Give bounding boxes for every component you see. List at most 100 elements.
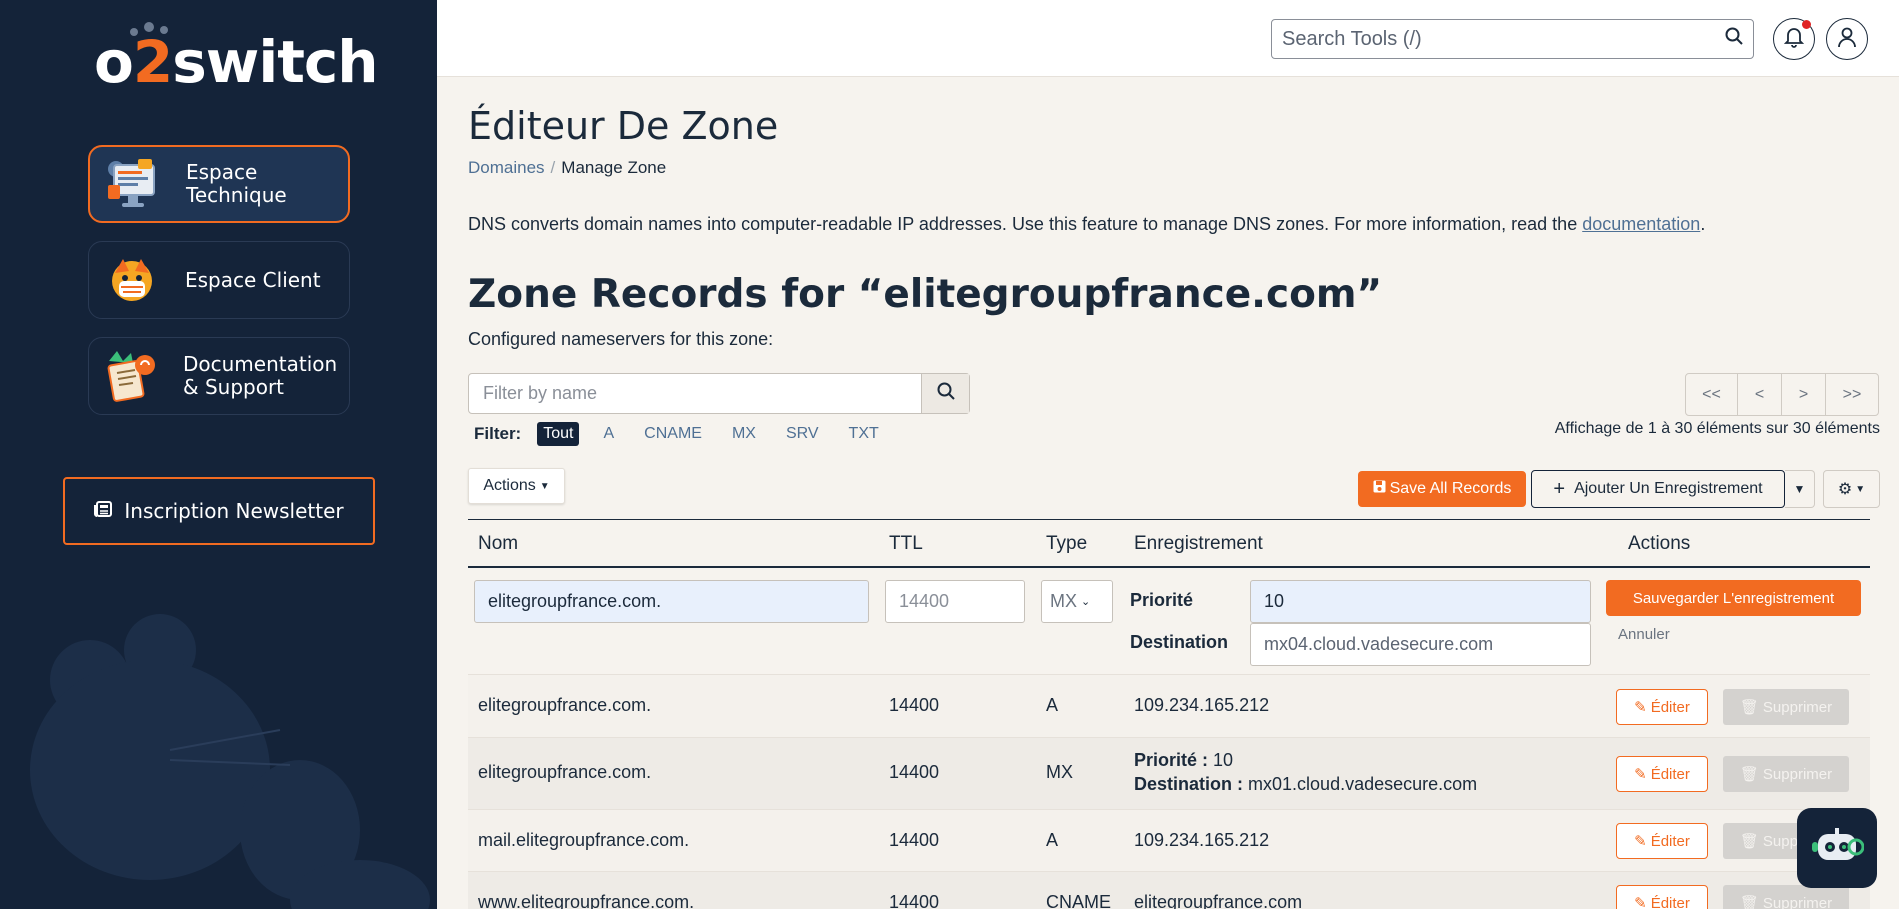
record-name-input[interactable]: elitegroupfrance.com.: [474, 580, 869, 623]
filter-chip-a[interactable]: A: [597, 422, 620, 446]
sidebar-item-label: Technique: [186, 183, 287, 207]
page-title: Éditeur De Zone: [468, 104, 779, 148]
record-name: www.elitegroupfrance.com.: [478, 892, 695, 909]
robot-icon: [1810, 826, 1865, 871]
search-icon[interactable]: [1725, 27, 1743, 51]
sidebar-item-documentation[interactable]: Documentation & Support: [88, 337, 350, 415]
add-record-dropdown-button[interactable]: ▼: [1785, 470, 1815, 508]
actions-dropdown-button[interactable]: Actions ▼: [468, 468, 565, 504]
gear-icon: ⚙: [1837, 481, 1853, 498]
edit-record-button[interactable]: ✎ Éditer: [1616, 756, 1708, 792]
filter-chip-cname[interactable]: CNAME: [638, 422, 708, 446]
table-row: www.elitegroupfrance.com. 14400 CNAME el…: [468, 872, 1870, 909]
save-all-records-button[interactable]: Save All Records: [1358, 471, 1526, 507]
breadcrumb-current: Manage Zone: [561, 158, 667, 177]
table-row-editing: elitegroupfrance.com. 14400 MX ⌄ Priorit…: [468, 568, 1870, 675]
filter-label: Filter:: [474, 424, 522, 443]
chevron-down-icon: ⌄: [1081, 596, 1091, 608]
breadcrumb-separator: /: [550, 158, 556, 177]
column-header-actions: Actions: [1628, 533, 1691, 554]
chat-assistant-button[interactable]: [1797, 808, 1877, 888]
logo-dots: [122, 22, 182, 42]
record-ttl: 14400: [889, 762, 940, 782]
record-value: 109.234.165.212: [1134, 695, 1270, 715]
record-type-select[interactable]: MX ⌄: [1041, 580, 1113, 623]
priority-input[interactable]: 10: [1250, 580, 1591, 623]
table-row: mail.elitegroupfrance.com. 14400 A 109.2…: [468, 810, 1870, 872]
sidebar-item-label: Documentation: [183, 352, 338, 376]
pager-prev-button[interactable]: <: [1738, 374, 1782, 415]
trash-icon: 🗑: [1739, 833, 1759, 850]
sidebar: o2switch Espace Technique Espace Client …: [0, 0, 437, 909]
sidebar-item-espace-technique[interactable]: Espace Technique: [88, 145, 350, 223]
sidebar-item-label: Espace Client: [185, 267, 321, 292]
documentation-clipboard-icon: [101, 345, 163, 407]
destination-label: Destination: [1130, 632, 1229, 652]
column-header-nom[interactable]: Nom: [478, 533, 518, 555]
delete-record-button[interactable]: 🗑Supprimer: [1723, 689, 1849, 725]
cancel-link[interactable]: Annuler: [1618, 626, 1670, 643]
pager-last-button[interactable]: >>: [1826, 374, 1878, 415]
destination-input[interactable]: mx04.cloud.vadesecure.com: [1250, 623, 1591, 666]
filter-chip-mx[interactable]: MX: [726, 422, 762, 446]
pager-next-button[interactable]: >: [1782, 374, 1826, 415]
delete-record-button[interactable]: 🗑Supprimer: [1723, 756, 1849, 792]
caret-down-icon: ▼: [539, 480, 550, 492]
save-icon: [1373, 480, 1386, 498]
record-ttl-input[interactable]: 14400: [885, 580, 1025, 623]
sidebar-item-espace-client[interactable]: Espace Client: [88, 241, 350, 319]
pagination: << < > >>: [1685, 373, 1879, 416]
trash-icon: 🗑: [1739, 895, 1759, 909]
edit-record-button[interactable]: ✎ Éditer: [1616, 689, 1708, 725]
trash-icon: 🗑: [1739, 699, 1759, 716]
user-menu-button[interactable]: [1826, 18, 1868, 60]
bell-icon: [1783, 26, 1805, 53]
settings-dropdown-button[interactable]: ⚙ ▼: [1823, 470, 1880, 508]
notification-dot: [1802, 20, 1811, 29]
filter-chip-tout[interactable]: Tout: [537, 422, 580, 446]
documentation-link[interactable]: documentation: [1582, 214, 1700, 234]
user-icon: [1837, 26, 1857, 53]
zone-records-title: Zone Records for “elitegroupfrance.com”: [468, 272, 1383, 317]
filter-by-name-input[interactable]: Filter by name: [469, 374, 921, 413]
pencil-icon: ✎: [1634, 699, 1647, 716]
record-name: mail.elitegroupfrance.com.: [478, 830, 690, 850]
notifications-button[interactable]: [1773, 18, 1815, 60]
table-header: Nom TTL Type Enregistrement Actions: [468, 519, 1870, 568]
table-row: elitegroupfrance.com. 14400 A 109.234.16…: [468, 675, 1870, 738]
column-header-type[interactable]: Type: [1046, 533, 1087, 555]
page-description: DNS converts domain names into computer-…: [468, 214, 1706, 234]
nameservers-label: Configured nameservers for this zone:: [468, 329, 774, 349]
pencil-icon: ✎: [1634, 766, 1647, 783]
filter-chip-txt[interactable]: TXT: [843, 422, 885, 446]
filter-search-button[interactable]: [921, 374, 969, 413]
filter-chip-srv[interactable]: SRV: [780, 422, 825, 446]
search-placeholder: Search Tools (/): [1282, 27, 1422, 50]
record-ttl: 14400: [889, 892, 940, 909]
newsletter-button[interactable]: Inscription Newsletter: [63, 477, 375, 545]
record-ttl: 14400: [889, 695, 940, 715]
breadcrumb-domaines-link[interactable]: Domaines: [468, 158, 545, 177]
add-record-button[interactable]: + Ajouter Un Enregistrement: [1531, 470, 1785, 508]
caret-down-icon: ▼: [1855, 483, 1866, 495]
o2switch-logo[interactable]: o2switch: [94, 22, 379, 96]
record-type: CNAME: [1046, 892, 1112, 909]
delete-record-button[interactable]: 🗑Supprimer: [1723, 885, 1849, 909]
record-type: MX: [1046, 762, 1073, 782]
record-ttl: 14400: [889, 830, 940, 850]
record-name: elitegroupfrance.com.: [478, 762, 652, 782]
search-tools-input[interactable]: Search Tools (/): [1271, 19, 1754, 59]
column-header-enregistrement[interactable]: Enregistrement: [1134, 533, 1263, 555]
column-header-ttl[interactable]: TTL: [889, 533, 923, 555]
edit-record-button[interactable]: ✎ Éditer: [1616, 885, 1708, 909]
newspaper-icon: [94, 501, 113, 521]
save-record-button[interactable]: Sauvegarder L'enregistrement: [1606, 580, 1861, 616]
record-mx-destination: Destination : mx01.cloud.vadesecure.com: [1134, 774, 1478, 794]
search-icon: [937, 382, 955, 405]
record-name: elitegroupfrance.com.: [478, 695, 652, 715]
edit-record-button[interactable]: ✎ Éditer: [1616, 823, 1708, 859]
pager-first-button[interactable]: <<: [1686, 374, 1738, 415]
pencil-icon: ✎: [1634, 833, 1647, 850]
pagination-info: Affichage de 1 à 30 éléments sur 30 élém…: [1554, 420, 1880, 437]
table-row: elitegroupfrance.com. 14400 MX Priorité …: [468, 738, 1870, 810]
